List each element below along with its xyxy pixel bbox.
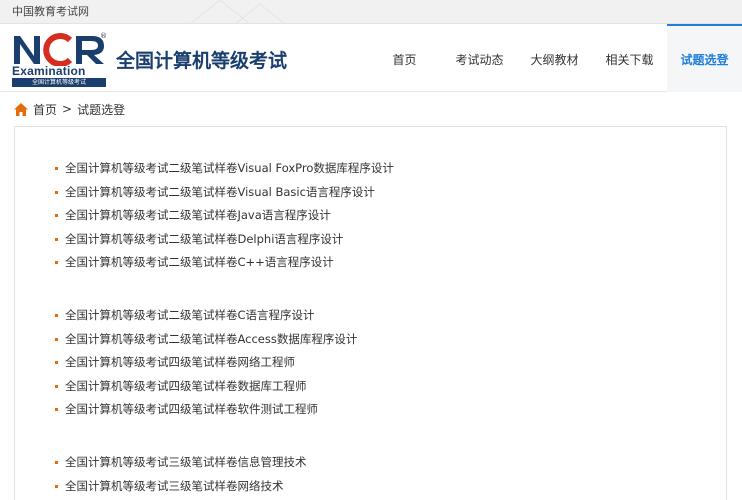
bullet-icon bbox=[55, 314, 58, 318]
exam-link[interactable]: 全国计算机等级考试四级笔试样卷软件测试工程师 bbox=[65, 398, 318, 422]
breadcrumb: 首页 > 试题选登 bbox=[14, 100, 125, 118]
home-icon bbox=[14, 102, 28, 116]
exam-link[interactable]: 全国计算机等级考试二级笔试样卷C++语言程序设计 bbox=[65, 251, 334, 275]
exam-link[interactable]: 全国计算机等级考试四级笔试样卷数据库工程师 bbox=[65, 375, 307, 399]
exam-link[interactable]: 全国计算机等级考试二级笔试样卷Visual Basic语言程序设计 bbox=[65, 181, 375, 205]
bullet-icon bbox=[55, 214, 58, 218]
nav-downloads[interactable]: 相关下载 bbox=[592, 24, 667, 92]
ncr-logo-mark bbox=[14, 33, 104, 66]
bullet-icon bbox=[55, 237, 58, 241]
registered-mark: ® bbox=[100, 32, 107, 40]
list-item: 全国计算机等级考试二级笔试样卷Visual Basic语言程序设计 bbox=[55, 181, 394, 205]
nav-exam-news[interactable]: 考试动态 bbox=[442, 24, 517, 92]
list-item: 全国计算机等级考试四级笔试样卷数据库工程师 bbox=[55, 375, 357, 399]
bullet-icon bbox=[55, 361, 58, 365]
exam-link[interactable]: 全国计算机等级考试二级笔试样卷C语言程序设计 bbox=[65, 304, 315, 328]
breadcrumb-separator: > bbox=[62, 102, 73, 116]
ncr-logo[interactable]: ® Examination 全国计算机等级考试 bbox=[12, 32, 108, 87]
exam-list-group-1: 全国计算机等级考试二级笔试样卷Visual FoxPro数据库程序设计 全国计算… bbox=[55, 157, 394, 275]
bullet-icon bbox=[55, 408, 58, 412]
list-item: 全国计算机等级考试四级笔试样卷网络工程师 bbox=[55, 351, 357, 375]
bullet-icon bbox=[55, 167, 58, 171]
list-item: 全国计算机等级考试二级笔试样卷C++语言程序设计 bbox=[55, 251, 394, 275]
content-panel: 全国计算机等级考试二级笔试样卷Visual FoxPro数据库程序设计 全国计算… bbox=[14, 126, 727, 500]
exam-link[interactable]: 全国计算机等级考试四级笔试样卷网络工程师 bbox=[65, 351, 295, 375]
bullet-icon bbox=[55, 384, 58, 388]
exam-link[interactable]: 全国计算机等级考试二级笔试样卷Access数据库程序设计 bbox=[65, 328, 357, 352]
bullet-icon bbox=[55, 190, 58, 194]
top-bar: 中国教育考试网 bbox=[0, 0, 742, 24]
bullet-icon bbox=[55, 484, 58, 488]
list-item: 全国计算机等级考试二级笔试样卷Visual FoxPro数据库程序设计 bbox=[55, 157, 394, 181]
exam-link[interactable]: 全国计算机等级考试三级笔试样卷信息管理技术 bbox=[65, 451, 307, 475]
bullet-icon bbox=[55, 261, 58, 265]
breadcrumb-current: 试题选登 bbox=[77, 102, 126, 117]
exam-list-group-3: 全国计算机等级考试三级笔试样卷信息管理技术 全国计算机等级考试三级笔试样卷网络技… bbox=[55, 451, 307, 498]
bullet-icon bbox=[55, 461, 58, 465]
breadcrumb-home[interactable]: 首页 bbox=[33, 101, 57, 118]
exam-link[interactable]: 全国计算机等级考试二级笔试样卷Java语言程序设计 bbox=[65, 204, 331, 228]
logo-examination-text: Examination bbox=[12, 64, 86, 78]
list-item: 全国计算机等级考试三级笔试样卷网络技术 bbox=[55, 475, 307, 499]
nav-sample-questions[interactable]: 试题选登 bbox=[667, 24, 742, 92]
exam-link[interactable]: 全国计算机等级考试三级笔试样卷网络技术 bbox=[65, 475, 284, 499]
site-link[interactable]: 中国教育考试网 bbox=[12, 3, 89, 19]
list-item: 全国计算机等级考试二级笔试样卷Java语言程序设计 bbox=[55, 204, 394, 228]
site-title: 全国计算机等级考试 bbox=[116, 50, 288, 72]
exam-list-group-2: 全国计算机等级考试二级笔试样卷C语言程序设计 全国计算机等级考试二级笔试样卷Ac… bbox=[55, 304, 357, 422]
decorative-lines bbox=[189, 0, 286, 24]
list-item: 全国计算机等级考试二级笔试样卷Access数据库程序设计 bbox=[55, 328, 357, 352]
site-header: ® Examination 全国计算机等级考试 全国计算机等级考试 首页 考试动… bbox=[0, 24, 742, 92]
list-item: 全国计算机等级考试二级笔试样卷Delphi语言程序设计 bbox=[55, 228, 394, 252]
list-item: 全国计算机等级考试四级笔试样卷软件测试工程师 bbox=[55, 398, 357, 422]
nav-syllabus[interactable]: 大纲教材 bbox=[517, 24, 592, 92]
exam-link[interactable]: 全国计算机等级考试二级笔试样卷Delphi语言程序设计 bbox=[65, 228, 343, 252]
main-nav: 首页 考试动态 大纲教材 相关下载 试题选登 bbox=[367, 24, 742, 92]
logo-strip: 全国计算机等级考试 bbox=[12, 78, 106, 87]
list-item: 全国计算机等级考试二级笔试样卷C语言程序设计 bbox=[55, 304, 357, 328]
list-item: 全国计算机等级考试三级笔试样卷信息管理技术 bbox=[55, 451, 307, 475]
exam-link[interactable]: 全国计算机等级考试二级笔试样卷Visual FoxPro数据库程序设计 bbox=[65, 157, 394, 181]
bullet-icon bbox=[55, 337, 58, 341]
nav-home[interactable]: 首页 bbox=[367, 24, 442, 92]
